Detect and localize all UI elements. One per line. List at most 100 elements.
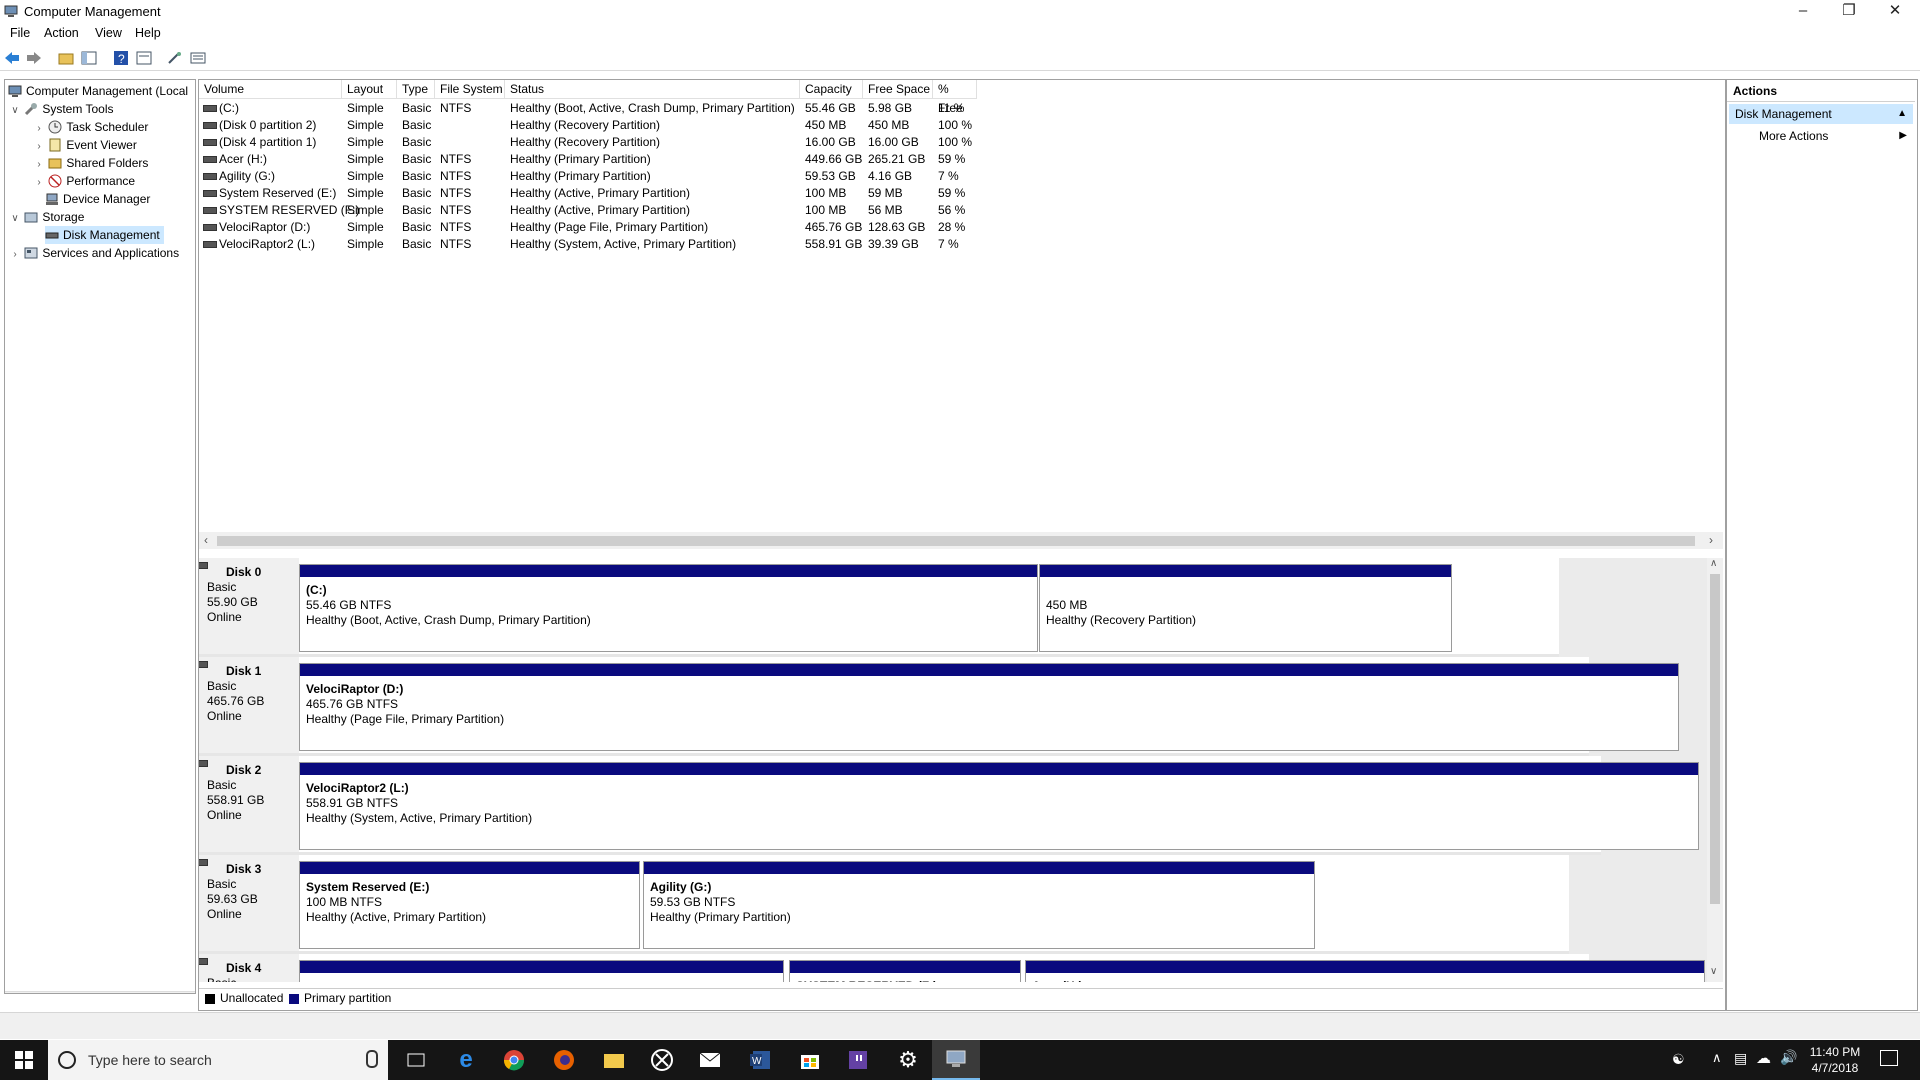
menu-file[interactable]: File <box>6 26 34 40</box>
scroll-right-icon[interactable]: › <box>183 993 187 994</box>
disk-header[interactable]: Disk 0 Basic 55.90 GB Online <box>199 558 299 654</box>
show-hide-tree-icon[interactable] <box>80 49 98 67</box>
scroll-right-icon[interactable]: › <box>1709 533 1713 547</box>
partition-block[interactable]: VelociRaptor (D:) 465.76 GB NTFS Healthy (… <box>299 663 1679 751</box>
store-icon[interactable] <box>786 1040 834 1080</box>
column-header-free-space[interactable]: Free Space <box>863 80 933 99</box>
action-center-icon[interactable] <box>1880 1050 1898 1066</box>
xbox-icon[interactable] <box>638 1040 686 1080</box>
firefox-icon[interactable] <box>540 1040 588 1080</box>
up-folder-icon[interactable] <box>57 49 75 67</box>
column-header-file-system[interactable]: File System <box>435 80 505 99</box>
more-actions-item[interactable]: More Actions ▶ <box>1729 126 1913 146</box>
column-header-percent-free[interactable]: % Free <box>933 80 977 115</box>
disk-header[interactable]: Disk 4Basic <box>199 954 299 982</box>
file-explorer-icon[interactable] <box>590 1040 638 1080</box>
partition-block[interactable]: System Reserved (E:) 100 MB NTFS Healthy (… <box>299 861 640 949</box>
volume-row[interactable]: VelociRaptor2 (L:) Simple Basic NTFS Healthy… <box>199 236 1599 253</box>
tree-item-system-tools[interactable]: ∨ System Tools <box>9 100 113 118</box>
taskbar-search-box[interactable]: Type here to search <box>48 1040 388 1080</box>
tree-item-device-manager[interactable]: Device Manager <box>45 190 150 208</box>
mail-icon[interactable] <box>686 1040 734 1080</box>
collapse-icon[interactable]: ▲ <box>1897 104 1907 124</box>
disk-header[interactable]: Disk 3 Basic 59.63 GB Online <box>199 855 299 951</box>
word-icon[interactable]: W <box>736 1040 784 1080</box>
show-hidden-icons-chevron-icon[interactable]: ∧ <box>1712 1050 1722 1066</box>
close-button[interactable]: ✕ <box>1872 0 1918 24</box>
volume-row[interactable]: Agility (G:) Simple Basic NTFS Healthy (Prim… <box>199 168 1599 185</box>
chevron-down-icon[interactable]: ∨ <box>9 210 21 228</box>
volume-row[interactable]: VelociRaptor (D:) Simple Basic NTFS Healthy … <box>199 219 1599 236</box>
partition-block[interactable]: Agility (G:) 59.53 GB NTFS Healthy (Primar… <box>643 861 1315 949</box>
chevron-right-icon[interactable]: › <box>9 246 21 264</box>
disk-vertical-scrollbar[interactable]: ∧ ∨ <box>1707 558 1723 982</box>
menu-view[interactable]: View <box>91 26 126 40</box>
partition-block[interactable]: SYSTEM RESERVED (F:) <box>789 960 1021 982</box>
tree-item-shared-folders[interactable]: › Shared Folders <box>33 154 148 172</box>
back-icon[interactable] <box>3 49 21 67</box>
clock[interactable]: 11:40 PM 4/7/2018 <box>1800 1044 1870 1076</box>
chevron-right-icon[interactable]: › <box>33 174 45 192</box>
column-header-capacity[interactable]: Capacity <box>800 80 863 99</box>
restore-button[interactable]: ❐ <box>1826 0 1872 24</box>
volume-row[interactable]: Acer (H:) Simple Basic NTFS Healthy (Primary… <box>199 151 1599 168</box>
volume-row[interactable]: SYSTEM RESERVED (F:) Simple Basic NTFS Healt… <box>199 202 1599 219</box>
scroll-thumb[interactable] <box>1710 574 1720 904</box>
scroll-thumb[interactable] <box>217 536 1695 546</box>
minimize-button[interactable]: – <box>1780 0 1826 24</box>
column-header-volume[interactable]: Volume <box>199 80 342 99</box>
tree-item-disk-management[interactable]: Disk Management <box>45 226 164 244</box>
chevron-down-icon[interactable]: ∨ <box>9 102 21 120</box>
volume-row[interactable]: (C:) Simple Basic NTFS Healthy (Boot, Active… <box>199 100 1599 117</box>
chrome-icon[interactable] <box>490 1040 538 1080</box>
volume-icon[interactable]: 🔊 <box>1780 1049 1797 1066</box>
scroll-left-icon[interactable]: ‹ <box>8 993 12 994</box>
menu-action[interactable]: Action <box>40 26 83 40</box>
partition-block[interactable]: Acer (H:) <box>1025 960 1705 982</box>
volume-cell: 59 % <box>938 186 966 200</box>
actions-section-disk-management[interactable]: Disk Management ▲ <box>1729 104 1913 124</box>
volume-row[interactable]: (Disk 4 partition 1) Simple Basic Healthy (… <box>199 134 1599 151</box>
partition-block[interactable]: (C:) 55.46 GB NTFS Healthy (Boot, Active, … <box>299 564 1038 652</box>
twitch-icon[interactable] <box>834 1040 882 1080</box>
people-icon[interactable]: ☯ <box>1672 1051 1685 1068</box>
start-button[interactable] <box>0 1040 48 1080</box>
disk-icon <box>199 859 208 866</box>
volume-row[interactable]: System Reserved (E:) Simple Basic NTFS Healt… <box>199 185 1599 202</box>
column-header-type[interactable]: Type <box>397 80 435 99</box>
computer-management-taskbar-icon[interactable] <box>932 1040 980 1080</box>
tree-item-performance[interactable]: › Performance <box>33 172 135 190</box>
windows-icon <box>15 1051 33 1069</box>
tree-root[interactable]: Computer Management (Local <box>8 82 188 100</box>
network-icon[interactable]: ▤ <box>1734 1050 1747 1067</box>
edge-icon[interactable]: e <box>442 1040 490 1080</box>
list-horizontal-scrollbar[interactable]: ‹ › <box>199 532 1723 549</box>
tree-item-storage[interactable]: ∨ Storage <box>9 208 84 226</box>
partition-block[interactable]: 450 MB Healthy (Recovery Partition) <box>1039 564 1452 652</box>
microphone-icon[interactable] <box>366 1050 378 1068</box>
properties-icon[interactable] <box>135 49 153 67</box>
tree-horizontal-scrollbar[interactable]: ‹ › <box>5 991 195 994</box>
task-view-icon[interactable] <box>392 1040 440 1080</box>
settings-gear-icon[interactable]: ⚙ <box>884 1040 932 1080</box>
disk-header[interactable]: Disk 2 Basic 558.91 GB Online <box>199 756 299 852</box>
column-header-status[interactable]: Status <box>505 80 800 99</box>
partition-block[interactable] <box>299 960 784 982</box>
partition-block[interactable]: VelociRaptor2 (L:) 558.91 GB NTFS Healthy … <box>299 762 1699 850</box>
scroll-down-icon[interactable]: ∨ <box>1710 966 1717 977</box>
scroll-up-icon[interactable]: ∧ <box>1710 558 1717 569</box>
tree-item-services-and-applications[interactable]: › Services and Applications <box>9 244 179 262</box>
forward-icon[interactable] <box>25 49 43 67</box>
tree-item-event-viewer[interactable]: › Event Viewer <box>33 136 137 154</box>
help-icon[interactable]: ? <box>112 49 130 67</box>
volume-cell: Healthy (System, Active, Primary Partiti… <box>510 237 737 251</box>
disk-header[interactable]: Disk 1 Basic 465.76 GB Online <box>199 657 299 753</box>
onedrive-cloud-icon[interactable]: ☁ <box>1756 1049 1771 1067</box>
tree-item-task-scheduler[interactable]: › Task Scheduler <box>33 118 148 136</box>
column-header-layout[interactable]: Layout <box>342 80 397 99</box>
volume-row[interactable]: (Disk 0 partition 2) Simple Basic Healthy (… <box>199 117 1599 134</box>
menu-help[interactable]: Help <box>131 26 165 40</box>
connect-icon[interactable] <box>166 49 184 67</box>
scroll-left-icon[interactable]: ‹ <box>204 533 208 547</box>
view-list-icon[interactable] <box>189 49 207 67</box>
